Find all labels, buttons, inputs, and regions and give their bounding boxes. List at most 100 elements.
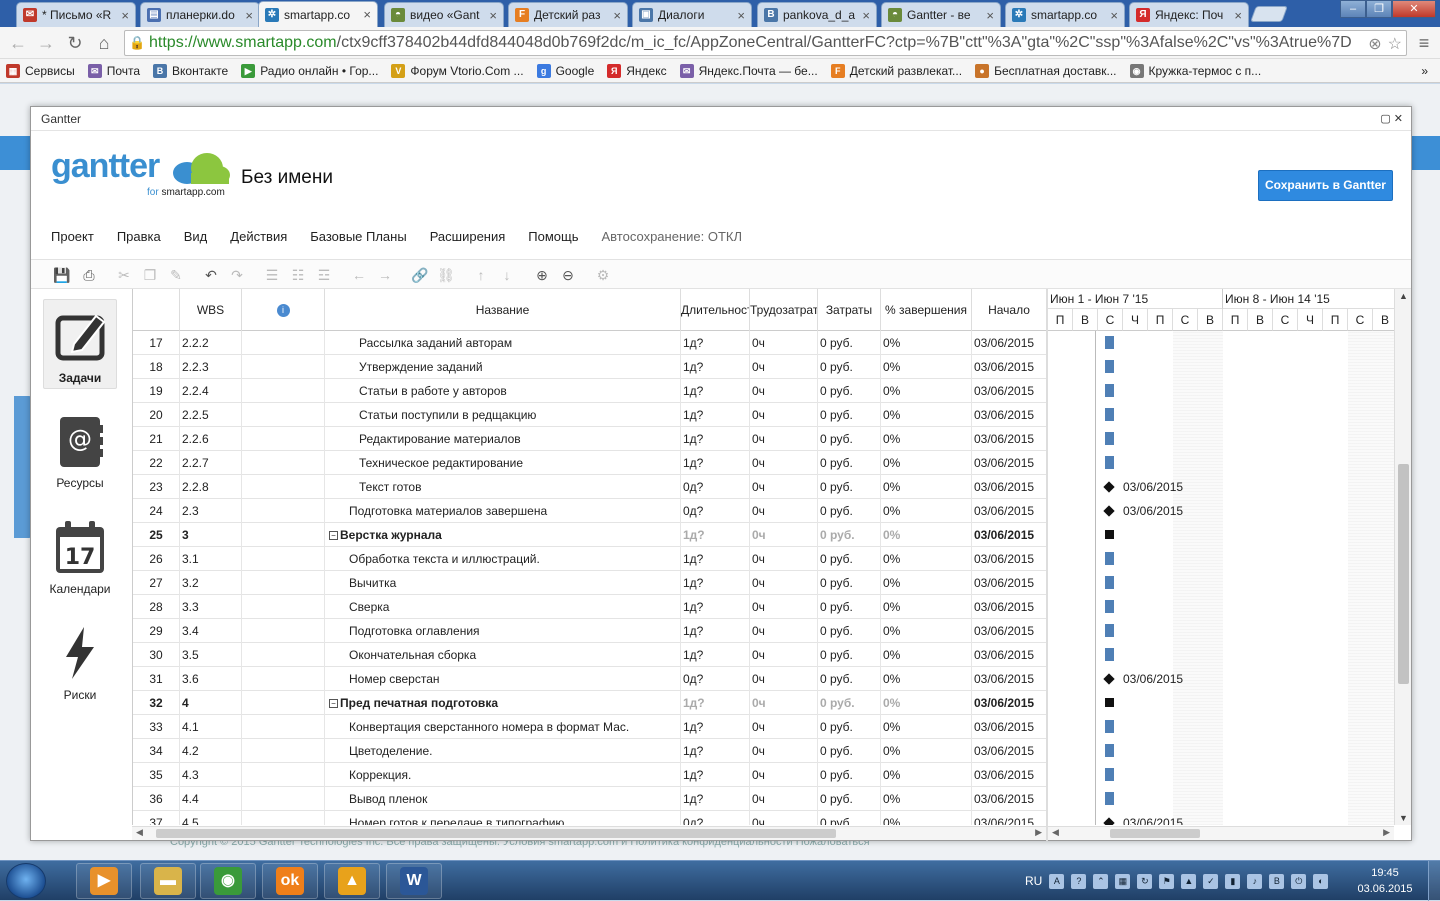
cell-task-name[interactable]: Техническое редактирование [325,451,681,475]
bookmark-item[interactable]: ▶ Радио онлайн • Гор... [241,63,378,78]
cell-duration[interactable]: 0д? [681,811,750,825]
cell-start[interactable]: 03/06/2015 [972,499,1046,523]
cell-cost[interactable]: 0 руб. [818,499,881,523]
browser-tab[interactable]: ✲ smartapp.co × [1005,2,1125,27]
minimize-button[interactable]: – [1340,0,1366,18]
cell-task-name[interactable]: Цветоделение. [325,739,681,763]
column-header-wbs[interactable]: WBS [180,289,242,331]
cell-wbs[interactable]: 3.5 [180,643,242,667]
cell-wbs[interactable]: 3.4 [180,619,242,643]
cell-row-number[interactable]: 22 [133,451,180,475]
collapse-toggle-icon[interactable]: − [329,531,338,541]
cell-wbs[interactable]: 4.1 [180,715,242,739]
cell-cost[interactable]: 0 руб. [818,475,881,499]
browser-tab[interactable]: Bpankova_d_a × [757,2,877,27]
cell-work[interactable]: 0ч [750,451,818,475]
cell-row-number[interactable]: 17 [133,331,180,355]
cell-wbs[interactable]: 2.2.7 [180,451,242,475]
cell-percent-complete[interactable]: 0% [881,427,972,451]
cell-row-number[interactable]: 37 [133,811,180,825]
cell-work[interactable]: 0ч [750,715,818,739]
star-icon[interactable]: ☆ [1388,34,1402,54]
cell-row-number[interactable]: 33 [133,715,180,739]
cell-task-name[interactable]: Окончательная сборка [325,643,681,667]
task-bar[interactable] [1105,408,1114,421]
cell-task-name[interactable]: Статьи в работе у авторов [325,379,681,403]
bookmark-item[interactable]: ◉ Кружка-термос с п... [1129,63,1261,78]
cell-cost[interactable]: 0 руб. [818,355,881,379]
cell-row-number[interactable]: 27 [133,571,180,595]
table-row[interactable]: 31 3.6 Номер сверстан 0д? 0ч 0 руб. 0% 03/06/20… [133,667,1046,691]
taskbar-app-word[interactable]: W [386,863,442,899]
task-bar[interactable] [1105,384,1114,397]
bookmark-item[interactable]: B Вконтакте [153,63,228,78]
cell-cost[interactable]: 0 руб. [818,379,881,403]
menu-item[interactable]: Правка [117,229,161,244]
tab-close-icon[interactable]: × [1110,8,1118,23]
cell-row-number[interactable]: 18 [133,355,180,379]
cell-duration[interactable]: 1д? [681,595,750,619]
cell-duration[interactable]: 0д? [681,499,750,523]
cell-percent-complete[interactable]: 0% [881,523,972,547]
menu-item[interactable]: Расширения [430,229,506,244]
cell-indicators[interactable] [242,595,325,619]
cell-work[interactable]: 0ч [750,331,818,355]
cell-row-number[interactable]: 35 [133,763,180,787]
cell-percent-complete[interactable]: 0% [881,715,972,739]
cell-duration[interactable]: 1д? [681,355,750,379]
cell-work[interactable]: 0ч [750,379,818,403]
taskbar-app-media-player[interactable]: ▶ [76,863,132,899]
cell-duration[interactable]: 1д? [681,643,750,667]
nav-calendars[interactable]: 17 Календари [43,511,117,601]
cell-start[interactable]: 03/06/2015 [972,331,1046,355]
browser-tab[interactable]: ◓ Gantter - ве × [881,2,1001,27]
cell-work[interactable]: 0ч [750,619,818,643]
cell-task-name[interactable]: Текст готов [325,475,681,499]
nav-resources[interactable]: @ Ресурсы [43,405,117,495]
cell-work[interactable]: 0ч [750,595,818,619]
cell-duration[interactable]: 1д? [681,331,750,355]
cell-indicators[interactable] [242,763,325,787]
unlink-icon[interactable]: ⛓ [437,266,455,284]
column-header-row-number[interactable] [133,289,180,331]
task-bar[interactable] [1105,432,1114,445]
cell-wbs[interactable]: 4.2 [180,739,242,763]
menu-item[interactable]: Базовые Планы [310,229,406,244]
task-bar[interactable] [1105,792,1114,805]
cell-task-name[interactable]: − Пред печатная подготовка [325,691,681,715]
cell-work[interactable]: 0ч [750,547,818,571]
cell-duration[interactable]: 1д? [681,427,750,451]
browser-tab[interactable]: ▣ Диалоги × [632,2,752,27]
tab-close-icon[interactable]: × [489,8,497,23]
cell-percent-complete[interactable]: 0% [881,355,972,379]
cell-duration[interactable]: 1д? [681,403,750,427]
cell-start[interactable]: 03/06/2015 [972,691,1046,715]
cell-indicators[interactable] [242,811,325,825]
cell-percent-complete[interactable]: 0% [881,595,972,619]
cell-task-name[interactable]: Сверка [325,595,681,619]
table-row[interactable]: 30 3.5 Окончательная сборка 1д? 0ч 0 руб. 0% 03… [133,643,1046,667]
cell-work[interactable]: 0ч [750,643,818,667]
cell-work[interactable]: 0ч [750,811,818,825]
cell-cost[interactable]: 0 руб. [818,691,881,715]
cell-percent-complete[interactable]: 0% [881,787,972,811]
cell-indicators[interactable] [242,667,325,691]
cell-task-name[interactable]: Номер готов к передаче в типографию [325,811,681,825]
cell-row-number[interactable]: 32 [133,691,180,715]
cell-cost[interactable]: 0 руб. [818,451,881,475]
table-row[interactable]: 17 2.2.2 Рассылка заданий авторам 1д? 0ч 0 ру… [133,331,1046,355]
cell-percent-complete[interactable]: 0% [881,763,972,787]
tray-app-icon[interactable]: A [1049,873,1065,889]
cell-cost[interactable]: 0 руб. [818,667,881,691]
arrow-icon[interactable]: ⌃ [1093,873,1109,889]
cell-start[interactable]: 03/06/2015 [972,787,1046,811]
menu-icon[interactable]: ≡ [1414,33,1434,53]
forward-icon[interactable]: → [36,33,56,53]
cell-cost[interactable]: 0 руб. [818,787,881,811]
cell-wbs[interactable]: 3.2 [180,571,242,595]
cell-work[interactable]: 0ч [750,427,818,451]
cell-indicators[interactable] [242,403,325,427]
cell-wbs[interactable]: 4 [180,691,242,715]
gantt-scroll-right-icon[interactable]: ▶ [1383,827,1390,838]
cell-percent-complete[interactable]: 0% [881,331,972,355]
